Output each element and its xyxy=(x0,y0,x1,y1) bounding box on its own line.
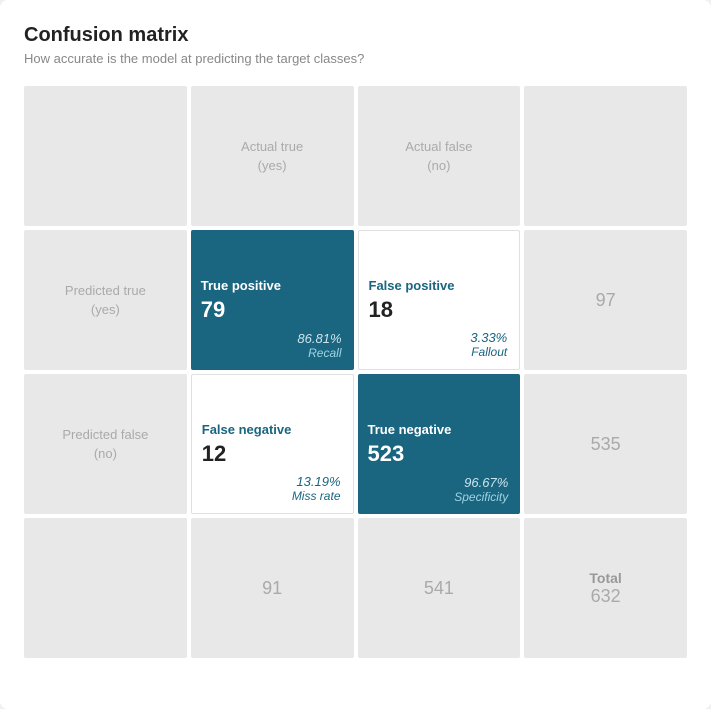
chart-title: Confusion matrix xyxy=(24,24,687,47)
actual-false-header: Actual false (no) xyxy=(358,86,521,226)
row3-total-cell: 535 xyxy=(524,374,687,514)
predicted-true-line2: (yes) xyxy=(65,300,146,320)
true-negative-stats: 96.67% Specificity xyxy=(454,475,508,504)
actual-true-header: Actual true (yes) xyxy=(191,86,354,226)
false-positive-label: False positive xyxy=(369,278,455,293)
predicted-false-line2: (no) xyxy=(62,444,148,464)
actual-false-line1: Actual false xyxy=(405,137,472,157)
confusion-matrix-card: Confusion matrix How accurate is the mod… xyxy=(0,0,711,709)
true-positive-pct: 86.81% xyxy=(297,331,341,346)
false-negative-stats: 13.19% Miss rate xyxy=(292,474,341,503)
false-negative-pct: 13.19% xyxy=(292,474,341,489)
grand-total-value: 632 xyxy=(591,586,621,607)
false-negative-value: 12 xyxy=(202,441,226,467)
predicted-true-header: Predicted true (yes) xyxy=(24,230,187,370)
row2-total-cell: 97 xyxy=(524,230,687,370)
true-positive-stats: 86.81% Recall xyxy=(297,331,341,360)
false-positive-cell: False positive 18 3.33% Fallout xyxy=(358,230,521,370)
false-negative-pct-label: Miss rate xyxy=(292,489,341,503)
false-positive-stats: 3.33% Fallout xyxy=(470,330,507,359)
row3-total-value: 535 xyxy=(591,434,621,455)
grand-total-label: Total xyxy=(589,570,621,586)
predicted-false-header: Predicted false (no) xyxy=(24,374,187,514)
col2-total-cell: 541 xyxy=(358,518,521,658)
false-positive-value: 18 xyxy=(369,297,393,323)
predicted-true-line1: Predicted true xyxy=(65,281,146,301)
false-positive-pct-label: Fallout xyxy=(470,345,507,359)
row2-total-value: 97 xyxy=(596,290,616,311)
true-positive-value: 79 xyxy=(201,297,225,323)
chart-subtitle: How accurate is the model at predicting … xyxy=(24,51,687,66)
grand-total-cell: Total 632 xyxy=(524,518,687,658)
true-negative-pct: 96.67% xyxy=(454,475,508,490)
true-negative-cell: True negative 523 96.67% Specificity xyxy=(358,374,521,514)
empty-bottomleft xyxy=(24,518,187,658)
actual-true-line2: (yes) xyxy=(241,156,303,176)
col1-total-value: 91 xyxy=(262,578,282,599)
true-positive-pct-label: Recall xyxy=(297,346,341,360)
false-positive-pct: 3.33% xyxy=(470,330,507,345)
col2-total-value: 541 xyxy=(424,578,454,599)
true-negative-label: True negative xyxy=(368,422,452,437)
false-negative-cell: False negative 12 13.19% Miss rate xyxy=(191,374,354,514)
actual-true-line1: Actual true xyxy=(241,137,303,157)
col1-total-cell: 91 xyxy=(191,518,354,658)
empty-topright xyxy=(524,86,687,226)
true-positive-cell: True positive 79 86.81% Recall xyxy=(191,230,354,370)
empty-topleft xyxy=(24,86,187,226)
predicted-false-line1: Predicted false xyxy=(62,425,148,445)
true-negative-value: 523 xyxy=(368,441,405,467)
actual-false-line2: (no) xyxy=(405,156,472,176)
true-positive-label: True positive xyxy=(201,278,281,293)
false-negative-label: False negative xyxy=(202,422,292,437)
true-negative-pct-label: Specificity xyxy=(454,490,508,504)
matrix-grid: Actual true (yes) Actual false (no) Pred… xyxy=(24,86,687,658)
